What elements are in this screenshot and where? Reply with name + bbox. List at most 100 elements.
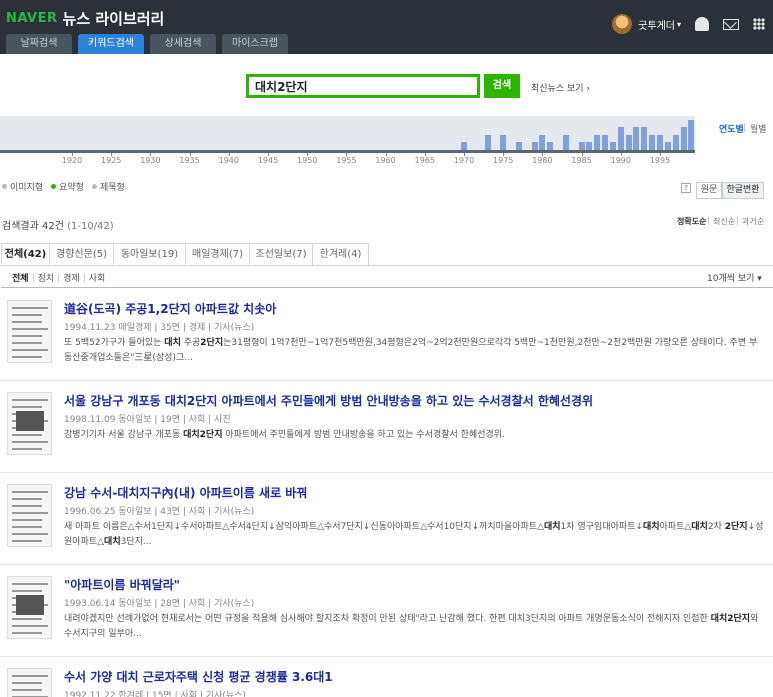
thumbnail-text-line	[12, 441, 48, 443]
article-title[interactable]: 강남 수서-대치지구內(내) 아파트이름 새로 바꿔	[64, 484, 307, 501]
view-by-year[interactable]: 연도별	[719, 122, 744, 135]
summary-text: 또 5백52가구가 들어있는	[64, 338, 165, 348]
per-page-select[interactable]: 10개씩 보기 ▾	[707, 271, 762, 284]
timeline-bar[interactable]	[680, 127, 687, 150]
tab-source-chosun[interactable]: 조선일보(7)	[250, 243, 313, 266]
timeline-bar[interactable]	[617, 127, 624, 150]
category-society[interactable]: 사회	[89, 271, 106, 284]
timeline-tick-label: 1980	[532, 156, 553, 165]
timeline-bar[interactable]	[664, 142, 671, 150]
thumbnail-text-line	[12, 498, 42, 500]
timeline-bar[interactable]	[500, 135, 507, 150]
view-by-month[interactable]: 월별	[750, 122, 767, 135]
timeline-bar[interactable]	[633, 127, 640, 150]
timeline-bar[interactable]	[586, 142, 593, 150]
mail-icon[interactable]	[723, 18, 739, 30]
timeline-bar[interactable]	[461, 142, 467, 150]
radio-summary-type[interactable]: 요약형	[51, 180, 84, 193]
search-button[interactable]: 검색	[484, 74, 520, 98]
timeline-bar[interactable]	[641, 127, 648, 150]
timeline-bar[interactable]	[609, 142, 616, 150]
article-meta: 1998.11.09 동아일보 | 19면 | 사회 | 사진	[64, 415, 231, 425]
thumbnail-text-line	[12, 328, 48, 330]
article-thumbnail[interactable]	[7, 576, 52, 639]
tab-advanced-search[interactable]: 상세검색	[150, 34, 216, 54]
radio-dot	[91, 184, 97, 189]
sort-oldest[interactable]: 과거순	[742, 216, 764, 227]
category-politics[interactable]: 정치	[38, 271, 55, 284]
timeline-bar[interactable]	[688, 120, 695, 150]
article-thumbnail[interactable]	[7, 484, 52, 547]
article-meta: 1994.11.23 매일경제 | 35면 | 경제 | 기사(뉴스)	[64, 323, 255, 333]
category-all[interactable]: 전체	[12, 271, 29, 284]
service-title[interactable]: 뉴스 라이브러리	[63, 8, 165, 29]
hangul-convert-toggle[interactable]: 한글변환	[722, 182, 764, 199]
sort-latest[interactable]: 최신순	[713, 216, 735, 227]
tab-date-search[interactable]: 날짜검색	[6, 34, 72, 54]
article-meta: 1992.11.22 한겨레 | 15면 | 사회 | 기사(뉴스)	[64, 691, 246, 697]
timeline-bar[interactable]	[657, 135, 663, 150]
thumbnail-text-line	[12, 399, 48, 401]
tab-source-kyunghyang[interactable]: 경향신문(5)	[50, 243, 114, 266]
timeline-bar[interactable]	[515, 142, 522, 150]
user-name[interactable]: 굿투게더	[638, 17, 675, 32]
article-thumbnail[interactable]	[7, 300, 52, 363]
article-title[interactable]: 道谷(도곡) 주공1,2단지 아파트값 치솟아	[64, 300, 276, 317]
article-summary: 새 아파트 이름은△수서1단지↓수서아파트△수서4단지↓삼익아파트△수서7단지↓…	[64, 520, 764, 550]
top-header: NAVER 뉴스 라이브러리 날짜검색 키워드검색 상세검색 마이스크랩 굿투게…	[0, 0, 773, 54]
original-text-toggle[interactable]: 원문	[696, 182, 722, 199]
search-field[interactable]	[246, 74, 480, 98]
timeline-bar[interactable]	[602, 135, 609, 150]
radio-title-type[interactable]: 제목형	[91, 180, 125, 193]
tab-source-donga[interactable]: 동아일보(19)	[114, 243, 186, 266]
summary-text: 주공	[180, 338, 201, 348]
divider	[32, 273, 34, 282]
logo[interactable]: NAVER 뉴스 라이브러리	[6, 8, 164, 29]
summary-text: 아파트△	[659, 522, 692, 532]
timeline-bar[interactable]	[649, 135, 656, 150]
summary-text: 3단지...	[120, 537, 152, 547]
timeline-bar[interactable]	[594, 135, 601, 150]
search-input[interactable]	[249, 77, 477, 95]
tab-my-scrap[interactable]: 마이스크랩	[222, 34, 288, 54]
article-thumbnail[interactable]	[7, 392, 52, 455]
article-title[interactable]: 서울 강남구 개포동 대치2단지 아파트에서 주민들에게 방범 안내방송을 하고…	[64, 392, 593, 409]
chevron-down-icon[interactable]: ▾	[677, 20, 681, 29]
timeline-bar[interactable]	[578, 142, 585, 150]
tab-source-maeil[interactable]: 매일경제(7)	[186, 243, 250, 266]
summary-text: 새 아파트 이름은△수서1단지↓수서아파트△수서4단지↓삼익아파트△수서7단지↓…	[64, 522, 545, 532]
timeline-bar[interactable]	[625, 135, 632, 150]
timeline-bar[interactable]	[672, 135, 679, 150]
help-icon[interactable]: ?	[681, 183, 691, 193]
divider	[0, 380, 773, 381]
radio-image-type[interactable]: 이미지형	[2, 180, 43, 193]
bell-icon[interactable]	[695, 17, 709, 31]
recent-news-link[interactable]: 최신뉴스 보기 ›	[531, 81, 590, 94]
timeline-bar[interactable]	[547, 142, 554, 150]
thumbnail-text-line	[12, 321, 42, 323]
tab-source-all[interactable]: 전체(42)	[1, 243, 50, 266]
timeline-bar[interactable]	[539, 135, 546, 150]
timeline-tick-label: 1955	[336, 156, 357, 165]
article-title[interactable]: "아파트이름 바꿔달라"	[64, 576, 180, 593]
divider	[83, 273, 85, 282]
article-title[interactable]: 수서 가양 대치 근로자주택 신청 평균 경쟁률 3.6대1	[64, 668, 333, 685]
avatar[interactable]	[612, 14, 633, 34]
tab-source-hankyoreh[interactable]: 한겨레(4)	[313, 243, 369, 266]
timeline-bar[interactable]	[562, 135, 569, 150]
category-economy[interactable]: 경제	[63, 271, 80, 284]
thumbnail-photo	[16, 595, 44, 615]
thumbnail-text-line	[12, 448, 42, 450]
summary-text: 1차 영구임대아파트↓	[560, 522, 643, 532]
sort-accuracy[interactable]: 정확도순	[677, 216, 706, 227]
timeline-tick-label: 1935	[179, 156, 200, 165]
article-meta: 1996.06.25 동아일보 | 43면 | 사회 | 기사(뉴스)	[64, 507, 255, 517]
article-thumbnail[interactable]	[7, 668, 52, 697]
naver-logo[interactable]: NAVER	[6, 11, 58, 26]
timeline-tick-label: 1970	[453, 156, 475, 165]
apps-grid-icon[interactable]	[753, 18, 765, 30]
article-summary: 또 5백52가구가 들어있는 대치 주공2단지는31평형이 1억7천만~1억7천…	[64, 336, 764, 366]
timeline-bar[interactable]	[531, 142, 538, 150]
timeline-bar[interactable]	[484, 135, 491, 150]
tab-keyword-search[interactable]: 키워드검색	[78, 34, 144, 54]
